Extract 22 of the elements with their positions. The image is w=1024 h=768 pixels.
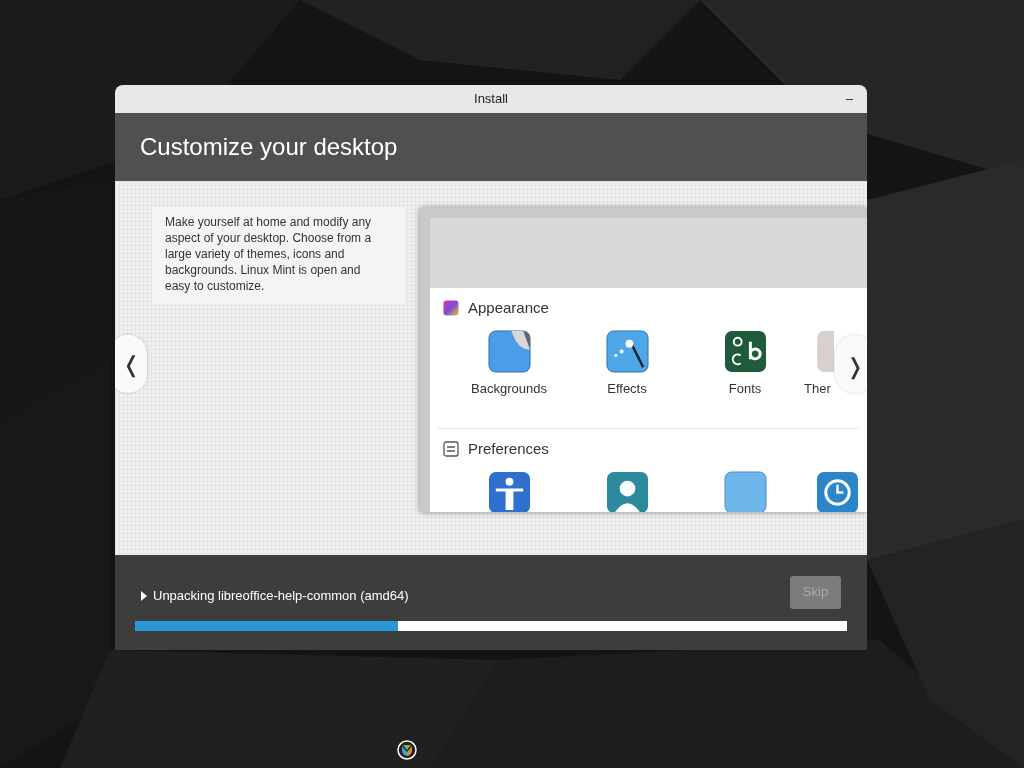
next-button[interactable]: ❭ (835, 335, 867, 393)
item-label: Backgrounds (471, 380, 547, 398)
item-label: Effects (607, 380, 647, 398)
palette-icon (443, 300, 459, 316)
font-icon (723, 330, 767, 373)
magic-wand-icon (605, 330, 649, 373)
minimize-button[interactable]: – (841, 89, 857, 109)
app-icon (816, 330, 834, 373)
section-title: Preferences (468, 438, 549, 459)
progress-status: Unpacking libreoffice-help-common (amd64) (153, 587, 409, 606)
previous-button[interactable]: ❬ (115, 335, 147, 393)
section-title: Appearance (468, 297, 549, 318)
app-icon (723, 471, 767, 512)
page-heading: Customize your desktop (140, 132, 398, 162)
item-label: Ther (804, 380, 831, 398)
window-title: Install (474, 90, 508, 109)
mint-logo-icon[interactable] (397, 740, 417, 760)
settings-icon (443, 441, 459, 457)
description-text: Make yourself at home and modify any aspect of your desktop. Choose from a large variety of themes, icons and backgrounds. Linux Mint is open and easy to customize. (165, 214, 373, 294)
wallpaper-icon (487, 330, 531, 373)
item-label: Fonts (728, 380, 762, 398)
expander-icon[interactable] (140, 591, 148, 601)
